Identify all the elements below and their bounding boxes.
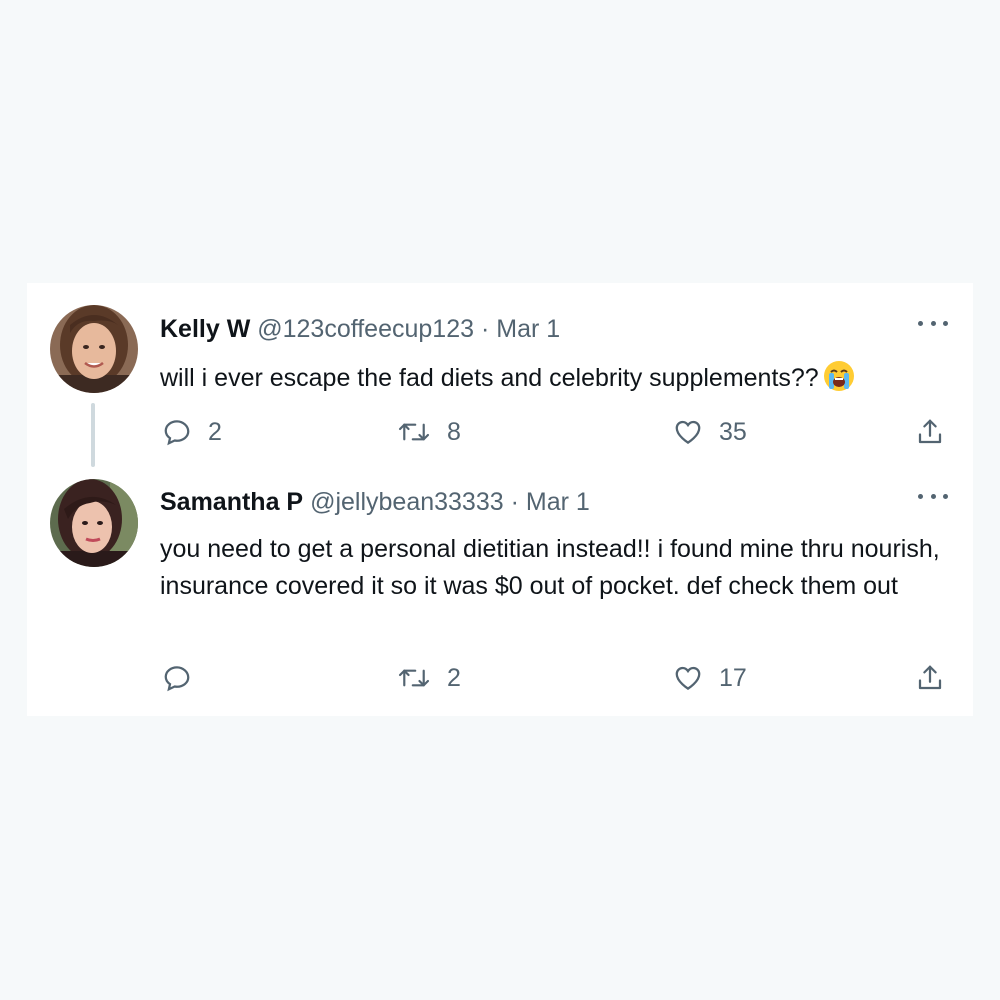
retweet-icon bbox=[398, 669, 430, 687]
share-icon bbox=[918, 419, 942, 444]
reply-icon bbox=[164, 420, 190, 446]
reply-button[interactable] bbox=[162, 663, 208, 693]
avatar[interactable] bbox=[50, 479, 138, 567]
like-count: 35 bbox=[719, 417, 747, 446]
tweet-date[interactable]: Mar 1 bbox=[526, 488, 590, 516]
like-button[interactable]: 35 bbox=[673, 417, 747, 447]
handle[interactable]: @jellybean33333 bbox=[310, 488, 504, 516]
tweet-header: Samantha P @jellybean33333 · Mar 1 bbox=[160, 487, 590, 517]
handle[interactable]: @123coffeecup123 bbox=[257, 315, 474, 343]
tweet-text: you need to get a personal dietitian ins… bbox=[160, 535, 940, 600]
retweet-count: 8 bbox=[447, 417, 461, 446]
reply-button[interactable]: 2 bbox=[162, 417, 222, 447]
tweet-text: will i ever escape the fad diets and cel… bbox=[160, 360, 940, 403]
like-button[interactable]: 17 bbox=[673, 663, 747, 693]
tweet[interactable]: Kelly W @123coffeecup123 · Mar 1 will i … bbox=[27, 283, 973, 473]
share-icon bbox=[918, 665, 942, 690]
thread-line bbox=[91, 403, 95, 467]
tweet-date[interactable]: Mar 1 bbox=[496, 315, 560, 343]
retweet-button[interactable]: 8 bbox=[397, 417, 461, 447]
reply-icon bbox=[164, 666, 190, 692]
tweet-header: Kelly W @123coffeecup123 · Mar 1 bbox=[160, 314, 560, 344]
tweet[interactable]: Samantha P @jellybean33333 · Mar 1 you n… bbox=[27, 473, 973, 716]
display-name[interactable]: Samantha P bbox=[160, 488, 303, 516]
share-button[interactable] bbox=[915, 417, 945, 447]
tweet-thread-card: Kelly W @123coffeecup123 · Mar 1 will i … bbox=[27, 283, 973, 716]
more-icon[interactable] bbox=[918, 318, 948, 328]
heart-icon bbox=[675, 666, 701, 690]
share-button[interactable] bbox=[915, 663, 945, 693]
retweet-button[interactable]: 2 bbox=[397, 663, 461, 693]
separator: · bbox=[480, 315, 490, 343]
reply-count: 2 bbox=[208, 417, 222, 446]
loudly-crying-face-icon bbox=[823, 360, 855, 403]
like-count: 17 bbox=[719, 663, 747, 692]
retweet-icon bbox=[398, 423, 430, 441]
heart-icon bbox=[675, 420, 701, 444]
tweet-text-content: will i ever escape the fad diets and cel… bbox=[160, 364, 819, 392]
retweet-count: 2 bbox=[447, 663, 461, 692]
display-name[interactable]: Kelly W bbox=[160, 315, 250, 343]
separator: · bbox=[510, 488, 519, 516]
more-icon[interactable] bbox=[918, 491, 948, 501]
avatar[interactable] bbox=[50, 305, 138, 393]
